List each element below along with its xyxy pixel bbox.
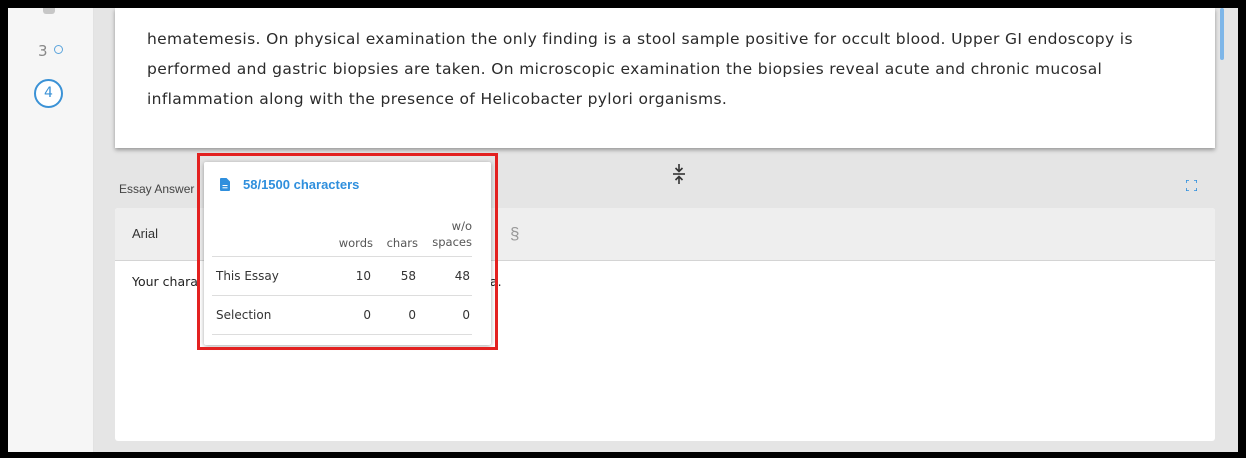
- essay-text-left: Your chara: [132, 274, 198, 289]
- nav-item-label: 3: [38, 42, 48, 60]
- unanswered-dot-icon: [53, 45, 63, 54]
- screen: 3 4 hematemesis. On physical examination…: [8, 8, 1238, 452]
- section-symbol-button[interactable]: §: [510, 224, 519, 244]
- question-nav-sidebar: 3 4: [8, 8, 94, 452]
- nav-item-question-3[interactable]: 3: [38, 42, 63, 60]
- question-text: hematemesis. On physical examination the…: [147, 30, 1133, 108]
- highlight-annotation-box: [197, 153, 498, 350]
- split-resize-icon[interactable]: [672, 164, 686, 185]
- question-scrollbar[interactable]: [1220, 8, 1224, 60]
- fullscreen-icon[interactable]: [1185, 178, 1198, 192]
- question-card: hematemesis. On physical examination the…: [115, 8, 1224, 148]
- essay-answer-label: Essay Answer: [119, 182, 195, 196]
- font-family-select[interactable]: Arial: [132, 226, 158, 241]
- nav-scroll-indicator: [43, 8, 55, 14]
- nav-item-question-4-current[interactable]: 4: [34, 79, 63, 108]
